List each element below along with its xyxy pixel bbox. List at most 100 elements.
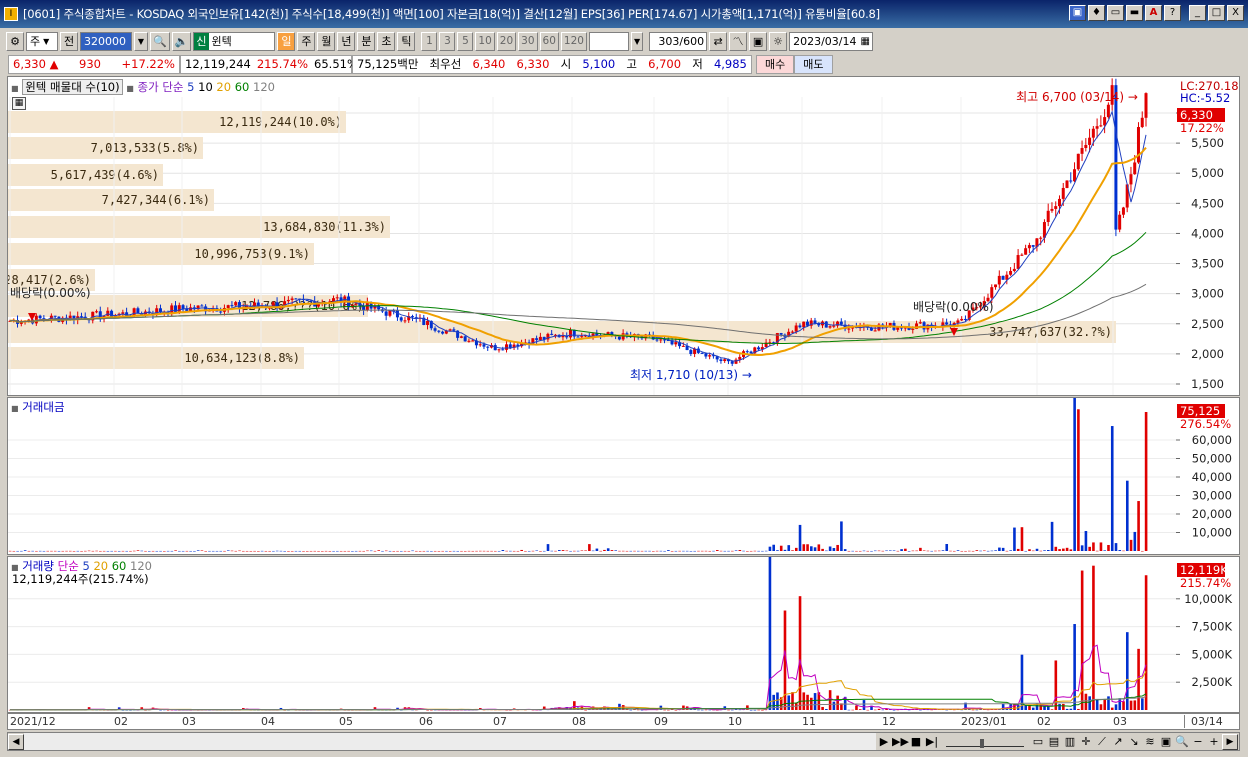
trade-value-svg bbox=[8, 398, 1176, 552]
scroll-right-icon[interactable]: ▶ bbox=[1222, 733, 1238, 750]
sell-button[interactable]: 매도 bbox=[794, 54, 833, 74]
draw-line-icon[interactable]: ⟋ bbox=[1094, 734, 1110, 750]
screenshot-icon[interactable]: ▣ bbox=[1158, 734, 1174, 750]
period-second[interactable]: 초 bbox=[377, 31, 396, 51]
code-input[interactable]: 320000 bbox=[80, 31, 132, 51]
close-button[interactable]: X bbox=[1227, 5, 1244, 21]
interval-20[interactable]: 20 bbox=[496, 31, 517, 51]
period-tick[interactable]: 틱 bbox=[397, 31, 416, 51]
period-month[interactable]: 월 bbox=[317, 31, 336, 51]
volume-panel[interactable]: ■ 거래량 단순 5 20 60 120 12,119,244주(215.74%… bbox=[7, 556, 1177, 713]
gear-icon[interactable]: ☼ bbox=[769, 31, 788, 51]
draw-arrow-icon[interactable]: ↘ bbox=[1126, 734, 1142, 750]
scroll-left-icon[interactable]: ◀ bbox=[8, 733, 24, 750]
current-price: 6,330 ▲ bbox=[13, 57, 58, 71]
window-icon[interactable]: ▭ bbox=[1107, 5, 1124, 21]
trade-value-bar bbox=[768, 546, 772, 551]
fast-forward-icon[interactable]: ▶▶ bbox=[892, 734, 909, 750]
pin-icon[interactable]: ♦ bbox=[1088, 5, 1105, 21]
trade-value-legend: ■ 거래대금 bbox=[11, 399, 65, 415]
zoom-slider-thumb[interactable] bbox=[980, 738, 984, 748]
trade-value-bar bbox=[324, 550, 328, 552]
period-week[interactable]: 주 bbox=[297, 31, 316, 51]
stock-name-field[interactable]: 신 윈텍 bbox=[193, 31, 276, 51]
interval-1[interactable]: 1 bbox=[421, 31, 438, 51]
candle-body bbox=[813, 320, 817, 324]
interval-30[interactable]: 30 bbox=[518, 31, 538, 51]
candle-body bbox=[745, 351, 749, 353]
type-select[interactable]: 주 ▼ bbox=[26, 31, 58, 51]
volume-bar bbox=[1095, 699, 1099, 710]
trade-value-panel[interactable]: ■ 거래대금 bbox=[7, 397, 1177, 555]
zoom-search-icon[interactable]: 🔍 bbox=[1174, 734, 1190, 750]
trade-value-bar bbox=[437, 550, 441, 552]
buy-button[interactable]: 매수 bbox=[756, 54, 795, 74]
interval-10[interactable]: 10 bbox=[475, 31, 495, 51]
ma-label[interactable]: 종가 단순 bbox=[138, 80, 184, 94]
trade-value-bar bbox=[46, 550, 50, 552]
interval-3[interactable]: 3 bbox=[439, 31, 456, 51]
trade-value-bar bbox=[1122, 550, 1125, 552]
code-dropdown-icon[interactable]: ▼ bbox=[134, 31, 148, 51]
candle-body bbox=[794, 325, 798, 332]
layout-1-icon[interactable]: ▭ bbox=[1030, 734, 1046, 750]
trade-value-bar bbox=[700, 550, 704, 552]
price-chart-panel[interactable]: 12,119,244(10.0%) 7,013,533(5.8%) 5,617,43… bbox=[7, 76, 1177, 396]
layout-icon[interactable]: ▬ bbox=[1126, 5, 1143, 21]
hc-label: HC:-5.52 bbox=[1180, 91, 1230, 105]
maximize-button[interactable]: □ bbox=[1208, 5, 1225, 21]
trade-value-bar bbox=[636, 550, 640, 552]
period-day[interactable]: 일 bbox=[277, 31, 296, 51]
zoom-in-icon[interactable]: ⇄ bbox=[709, 31, 728, 51]
link-icon[interactable]: ▣ bbox=[1069, 5, 1086, 21]
count-field[interactable]: 303/600 bbox=[649, 31, 708, 51]
zoom-out-icon[interactable]: − bbox=[1190, 734, 1206, 750]
interval-5[interactable]: 5 bbox=[457, 31, 474, 51]
settings-icon[interactable]: ⚙ bbox=[6, 31, 24, 51]
crosshair-icon[interactable]: ✛ bbox=[1078, 734, 1094, 750]
prev-button[interactable]: 전 bbox=[60, 31, 78, 51]
save-icon[interactable]: ▣ bbox=[749, 31, 768, 51]
interval-120[interactable]: 120 bbox=[560, 31, 587, 51]
layout-3-icon[interactable]: ▥ bbox=[1062, 734, 1078, 750]
custom-interval-dropdown-icon[interactable]: ▼ bbox=[630, 31, 644, 51]
trade-value-bar bbox=[242, 550, 245, 552]
zoom-in-plus-icon[interactable]: + bbox=[1206, 734, 1222, 750]
scroll-track[interactable] bbox=[24, 733, 876, 750]
date-field[interactable]: 2023/03/14 ▦ bbox=[789, 31, 874, 51]
search-icon[interactable]: 🔍 bbox=[150, 31, 170, 51]
grid-toggle-icon[interactable]: ▦ bbox=[12, 97, 26, 110]
volume-profile-label[interactable]: 윈텍 매물대 수(10) bbox=[22, 79, 123, 95]
help-icon[interactable]: ? bbox=[1164, 5, 1181, 21]
stop-icon[interactable]: ■ bbox=[908, 734, 924, 750]
play-icon[interactable]: ▶ bbox=[876, 734, 892, 750]
candle-body bbox=[580, 336, 584, 338]
volume-bar bbox=[731, 709, 734, 711]
layout-2-icon[interactable]: ▤ bbox=[1046, 734, 1062, 750]
trade-value-label[interactable]: 거래대금 bbox=[22, 400, 64, 414]
ytick-label: 2,500 bbox=[1191, 317, 1224, 331]
candle-body bbox=[471, 340, 475, 342]
chart-type-icon[interactable]: 〽 bbox=[729, 31, 748, 51]
volume-bar bbox=[1133, 700, 1137, 710]
trade-value-bar bbox=[159, 550, 162, 552]
trade-value-bar bbox=[1028, 549, 1031, 551]
draw-trend-icon[interactable]: ↗ bbox=[1110, 734, 1126, 750]
font-icon[interactable]: A bbox=[1145, 5, 1162, 21]
zoom-slider[interactable] bbox=[946, 737, 1024, 748]
volume-bar bbox=[704, 709, 708, 711]
speaker-icon[interactable]: 🔈 bbox=[171, 31, 192, 51]
interval-60[interactable]: 60 bbox=[539, 31, 559, 51]
candle-body bbox=[1106, 104, 1110, 118]
trade-value-bar bbox=[565, 550, 569, 552]
trade-value-bar bbox=[275, 550, 279, 552]
chart-scrollbar[interactable]: ◀ ▶ ▶▶ ■ ▶| ▭ ▤ ▥ ✛ ⟋ ↗ ↘ ≋ ▣ 🔍 − + ▶ bbox=[7, 732, 1240, 751]
candle-body bbox=[1073, 169, 1077, 182]
custom-interval-input[interactable] bbox=[588, 31, 629, 51]
minimize-button[interactable]: _ bbox=[1189, 5, 1206, 21]
trade-value-bar bbox=[986, 550, 990, 552]
draw-fib-icon[interactable]: ≋ bbox=[1142, 734, 1158, 750]
skip-end-icon[interactable]: ▶| bbox=[924, 734, 940, 750]
period-minute[interactable]: 분 bbox=[357, 31, 376, 51]
period-year[interactable]: 년 bbox=[337, 31, 356, 51]
